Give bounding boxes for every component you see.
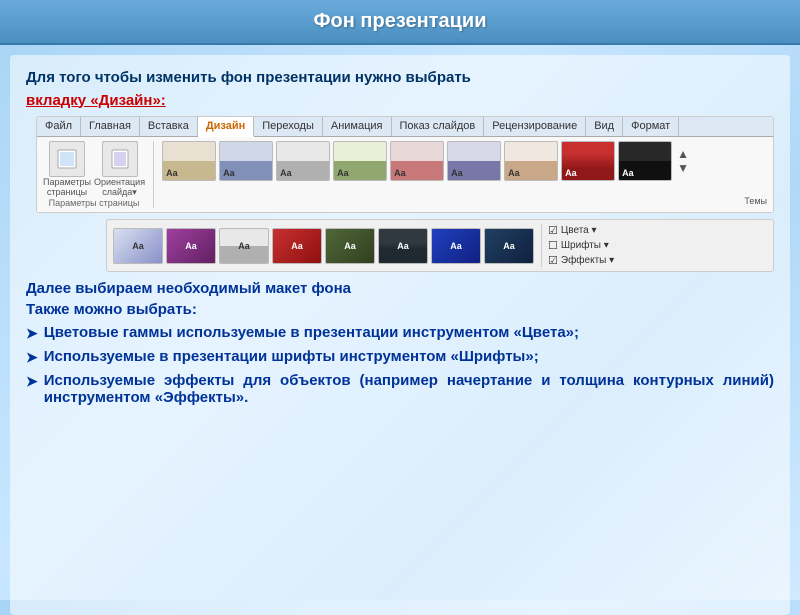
colors-menu-item[interactable]: ☑ Цвета ▾ [548,224,614,237]
ribbon-group-page-params: Параметрыстраницы Ориентацияслайда▾ Пара… [43,141,154,208]
themes-scroll-btn[interactable]: ▲▼ [677,147,689,175]
orientation-icon [109,148,131,170]
bullet-text-1: Цветовые гаммы используемые в презентаци… [44,324,774,341]
theme-ex-3[interactable]: Aa [219,228,269,264]
tab-transitions[interactable]: Переходы [254,117,323,136]
intro-text: Для того чтобы изменить фон презентации … [26,67,774,112]
fonts-menu-item[interactable]: ☐ Шрифты ▾ [548,239,614,252]
theme-ex-2[interactable]: Aa [166,228,216,264]
page-title: Фон презентации [0,10,800,33]
theme-8[interactable]: Aa [561,141,615,181]
page-params-button[interactable] [49,141,85,177]
tab-home[interactable]: Главная [81,117,140,136]
intro-highlight: вкладку «Дизайн»: [26,92,166,109]
theme-ex-7[interactable]: Aa [431,228,481,264]
colors-checkbox: ☑ [548,224,558,237]
bullet-list: ➤ Цветовые гаммы используемые в презента… [26,324,774,406]
theme-5[interactable]: Aa [390,141,444,181]
ribbon-side-menu: ☑ Цвета ▾ ☐ Шрифты ▾ ☑ Эффекты ▾ [541,224,614,267]
effects-menu-item[interactable]: ☑ Эффекты ▾ [548,254,614,267]
ribbon-main: Файл Главная Вставка Дизайн Переходы Ани… [36,116,774,213]
bullet-item-3: ➤ Используемые эффекты для объектов (нап… [26,372,774,406]
bullet-text-2: Используемые в презентации шрифты инстру… [44,348,774,365]
theme-9[interactable]: Aa [618,141,672,181]
tab-animation[interactable]: Анимация [323,117,392,136]
effects-checkbox: ☑ [548,254,558,267]
tab-review[interactable]: Рецензирование [484,117,586,136]
tab-slideshow[interactable]: Показ слайдов [392,117,485,136]
theme-3[interactable]: Aa [276,141,330,181]
bullet-item-2: ➤ Используемые в презентации шрифты инст… [26,348,774,366]
page-params-group-label: Параметры страницы [43,198,145,208]
themes-grid: Aa Aa Aa Aa Aa Aa Aa Aa Aa ▲▼ [162,141,740,181]
themes-group-label: Темы [744,196,767,208]
ribbon-tab-list: Файл Главная Вставка Дизайн Переходы Ани… [37,117,773,137]
theme-ex-4[interactable]: Aa [272,228,322,264]
themes-scroll: ▲▼ [675,147,689,175]
bullet-arrow-2: ➤ [26,349,38,366]
tab-insert[interactable]: Вставка [140,117,198,136]
ribbon-body: Параметрыстраницы Ориентацияслайда▾ Пара… [37,137,773,212]
fonts-label: Шрифты ▾ [561,240,609,251]
theme-4[interactable]: Aa [333,141,387,181]
page-params-label: Параметрыстраницы [43,177,91,197]
tab-format[interactable]: Формат [623,117,679,136]
title-bar: Фон презентации [0,0,800,45]
ribbon-themes-expanded: Aa Aa Aa Aa Aa Aa Aa Aa ☑ Цвета ▾ ☐ Шриф… [106,219,774,272]
theme-7[interactable]: Aa [504,141,558,181]
main-content: Для того чтобы изменить фон презентации … [10,55,790,615]
theme-2[interactable]: Aa [219,141,273,181]
bullet-arrow-3: ➤ [26,373,38,390]
bullet-text-3: Используемые эффекты для объектов (напри… [44,372,774,406]
page-params-icon [56,148,78,170]
theme-ex-1[interactable]: Aa [113,228,163,264]
ribbon-group2: Ориентацияслайда▾ [94,141,145,198]
theme-6[interactable]: Aa [447,141,501,181]
effects-label: Эффекты ▾ [561,255,614,266]
step1-text: Далее выбираем необходимый макет фона [26,280,774,297]
tab-view[interactable]: Вид [586,117,623,136]
theme-ex-6[interactable]: Aa [378,228,428,264]
intro-part1: Для того чтобы изменить фон презентации … [26,69,471,86]
tab-file[interactable]: Файл [37,117,81,136]
bullet-arrow-1: ➤ [26,325,38,342]
bullet-item-1: ➤ Цветовые гаммы используемые в презента… [26,324,774,342]
slide-orientation-button[interactable] [102,141,138,177]
ribbon-icon-row: Параметрыстраницы Ориентацияслайда▾ [43,141,145,198]
theme-ex-8[interactable]: Aa [484,228,534,264]
orientation-label: Ориентацияслайда▾ [94,177,145,198]
fonts-checkbox: ☐ [548,239,558,252]
theme-1[interactable]: Aa [162,141,216,181]
ribbon-group: Параметрыстраницы [43,141,91,198]
step2-label: Также можно выбрать: [26,301,774,318]
tab-design[interactable]: Дизайн [198,117,254,137]
colors-label: Цвета ▾ [561,225,597,236]
theme-ex-5[interactable]: Aa [325,228,375,264]
